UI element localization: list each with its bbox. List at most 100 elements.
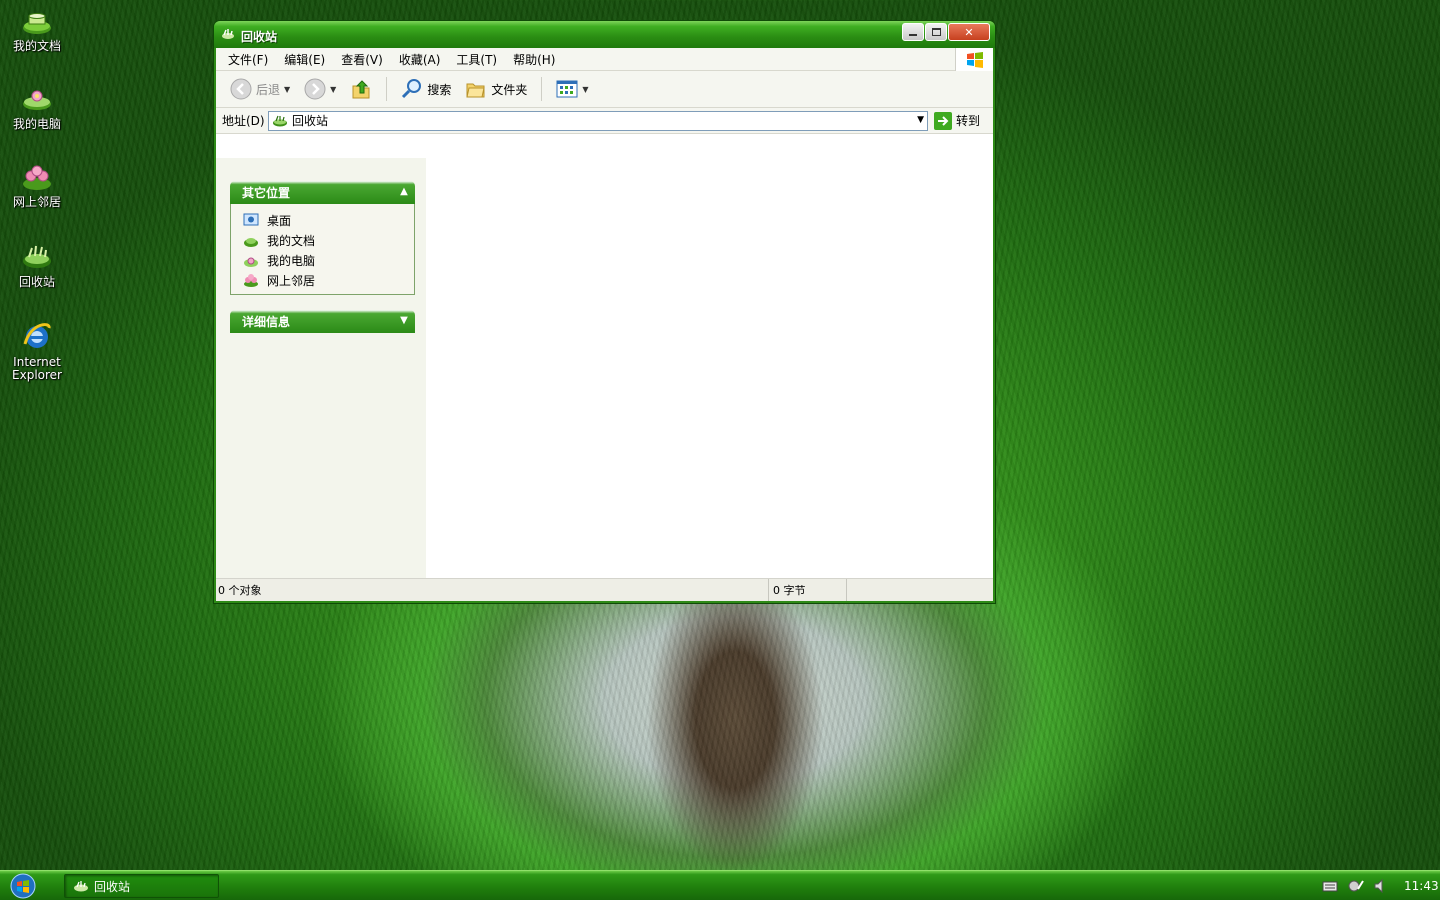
status-object-count: 0 个对象 [218,584,262,597]
menu-bar: 文件(F) 编辑(E) 查看(V) 收藏(A) 工具(T) 帮助(H) [216,48,993,71]
chevron-down-icon[interactable]: ▼ [330,85,336,94]
up-folder-button[interactable] [344,78,378,100]
network-places-icon [23,165,51,190]
recycle-bin-icon [273,115,287,126]
menu-help[interactable]: 帮助(H) [505,51,563,68]
chevron-up-icon[interactable]: ▲ [398,186,410,198]
my-computer-icon [23,90,51,110]
network-places-icon [244,274,258,287]
desktop-icon-recycle-bin[interactable]: 回收站 [6,242,68,289]
other-places-panel: 其它位置 ▲ 桌面 我的文档 我的电脑 网上邻居 [230,181,415,295]
my-documents-icon [244,238,258,247]
start-orb-icon [10,873,36,899]
minimize-icon [909,34,917,36]
place-link-label: 网上邻居 [267,273,316,288]
chevron-down-icon[interactable]: ▼ [398,315,410,327]
address-bar: 地址(D) 回收站 ▼ 转到 [216,108,993,134]
place-link-desktop[interactable]: 桌面 [243,210,414,230]
toolbar: 后退 ▼ ▼ 搜索 文件夹 ▼ [216,71,993,108]
clock[interactable]: 11:43 [1404,879,1439,893]
place-link-label: 我的文档 [267,233,316,248]
chevron-down-icon[interactable]: ▼ [582,85,588,94]
folders-label: 文件夹 [491,82,528,97]
details-header[interactable]: 详细信息 ▼ [230,310,415,333]
toolbar-separator [541,77,543,101]
folders-icon [466,83,485,98]
chevron-down-icon[interactable]: ▼ [284,85,290,94]
back-arrow-icon [230,78,252,100]
taskbar: 回收站 11:43 [0,870,1440,900]
volume-icon[interactable] [1374,879,1386,893]
details-panel: 详细信息 ▼ [230,310,415,333]
place-link-network-places[interactable]: 网上邻居 [243,270,414,290]
content-area: 其它位置 ▲ 桌面 我的文档 我的电脑 网上邻居 详细信息 ▼ [216,158,993,578]
my-computer-icon [244,257,258,267]
desktop-icon-label: 网上邻居 [12,195,61,209]
place-link-my-documents[interactable]: 我的文档 [243,230,414,250]
search-button[interactable]: 搜索 [395,78,457,100]
taskbar-item-label: 回收站 [94,879,131,894]
minimize-button[interactable] [902,23,924,41]
network-status-icon[interactable] [1348,879,1364,893]
toolbar-separator [386,77,388,101]
file-list-area[interactable] [426,158,993,578]
keyboard-icon[interactable] [1322,880,1338,892]
maximize-button[interactable] [925,23,947,41]
address-label: 地址(D) [222,114,265,128]
window-client: 文件(F) 编辑(E) 查看(V) 收藏(A) 工具(T) 帮助(H) 后退 ▼… [216,48,993,601]
recycle-bin-icon [23,245,51,268]
menu-favorites[interactable]: 收藏(A) [391,51,449,68]
desktop-icon [243,213,259,226]
windows-flag-icon [966,51,983,68]
panel-title: 详细信息 [242,315,291,329]
desktop-icon-my-computer[interactable]: 我的电脑 [6,84,68,131]
menu-file[interactable]: 文件(F) [220,51,276,68]
status-bar: 0 个对象 0 字节 [216,578,993,601]
window-title: 回收站 [241,30,278,44]
up-folder-icon [352,80,370,99]
recycle-bin-icon [222,29,234,39]
views-button[interactable]: ▼ [550,79,594,99]
close-button[interactable]: ✕ [948,23,990,41]
desktop-icon-my-documents[interactable]: 我的文档 [6,6,68,53]
back-button[interactable]: 后退 ▼ [224,78,296,100]
address-input[interactable]: 回收站 ▼ [268,110,928,131]
windows-logo [955,48,993,71]
go-arrow-icon [934,111,952,130]
search-label: 搜索 [427,82,452,97]
menu-edit[interactable]: 编辑(E) [276,51,333,68]
desktop-icon-network-places[interactable]: 网上邻居 [6,162,68,209]
title-bar[interactable]: 回收站 ✕ [214,21,995,48]
forward-button[interactable]: ▼ [298,78,342,100]
place-link-my-computer[interactable]: 我的电脑 [243,250,414,270]
task-pane: 其它位置 ▲ 桌面 我的文档 我的电脑 网上邻居 详细信息 ▼ [216,158,426,578]
start-button[interactable] [8,873,38,899]
status-size: 0 字节 [773,584,806,597]
system-tray: 11:43 [1310,871,1440,900]
desktop-icon-label: 我的电脑 [12,117,61,131]
place-link-label: 桌面 [267,213,292,228]
go-button[interactable]: 转到 [934,111,981,130]
explorer-window: 回收站 ✕ 文件(F) 编辑(E) 查看(V) 收藏(A) 工具(T) 帮助(H… [213,20,996,604]
desktop-icon-internet-explorer[interactable]: Internet Explorer [6,320,68,382]
internet-explorer-icon [23,323,51,348]
folders-button[interactable]: 文件夹 [459,78,533,100]
views-icon [556,80,578,98]
other-places-header[interactable]: 其它位置 ▲ [230,181,415,204]
place-link-label: 我的电脑 [267,253,316,268]
panel-title: 其它位置 [242,186,291,200]
menu-tools[interactable]: 工具(T) [448,51,505,68]
forward-arrow-icon [304,78,326,100]
menu-view[interactable]: 查看(V) [333,51,391,68]
restore-icon [931,28,941,36]
desktop-icon-label: 回收站 [18,275,55,289]
address-value: 回收站 [292,114,329,128]
taskbar-item-recycle-bin[interactable]: 回收站 [64,874,219,898]
chevron-down-icon[interactable]: ▼ [917,115,924,125]
go-label: 转到 [956,114,981,128]
my-documents-icon [23,13,51,34]
desktop-icon-label: 我的文档 [12,39,61,53]
recycle-bin-icon [74,881,88,892]
back-label: 后退 [256,82,281,97]
search-icon [402,79,422,99]
